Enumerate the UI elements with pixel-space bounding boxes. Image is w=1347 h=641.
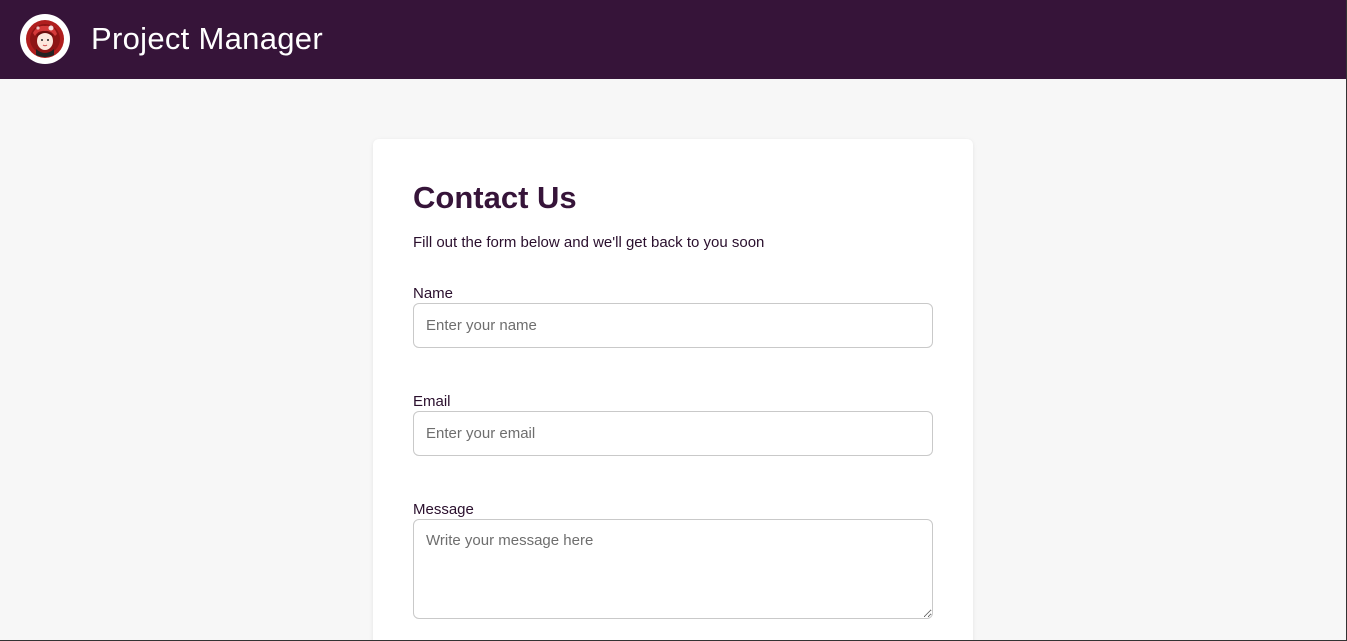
avatar-logo-icon: [26, 20, 64, 58]
email-label: Email: [413, 393, 451, 410]
app-logo[interactable]: [20, 14, 70, 64]
name-label: Name: [413, 285, 454, 302]
top-app-bar: Project Manager: [0, 0, 1346, 79]
app-title: Project Manager: [91, 21, 323, 56]
page: Project Manager Contact Us Fill out the …: [0, 0, 1347, 641]
message-label: Message: [413, 501, 474, 518]
email-input[interactable]: [413, 411, 933, 456]
message-textarea[interactable]: [413, 519, 933, 619]
page-title: Contact Us: [413, 180, 577, 215]
form-description: Fill out the form below and we'll get ba…: [413, 234, 765, 251]
name-input[interactable]: [413, 303, 933, 348]
contact-form-card: Contact Us Fill out the form below and w…: [373, 139, 973, 640]
